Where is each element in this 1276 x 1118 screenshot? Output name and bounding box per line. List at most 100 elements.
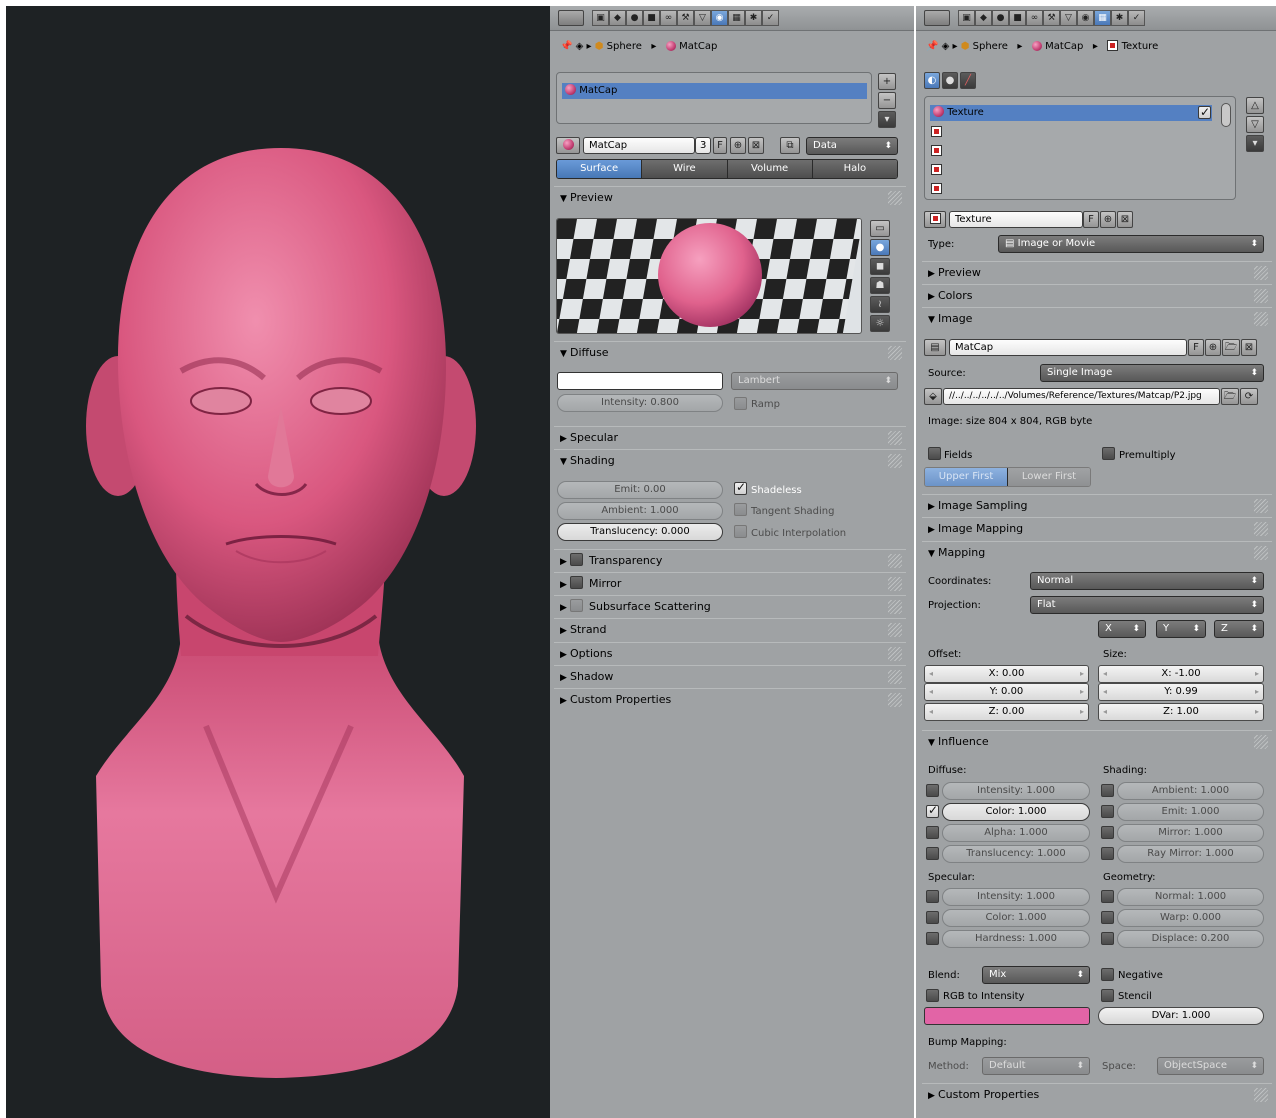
texture-tab-icon[interactable]: ▦ — [728, 10, 745, 26]
material-name-field[interactable]: MatCap — [583, 137, 695, 154]
constraints-tab-icon[interactable]: ∞ — [660, 10, 677, 26]
texture-name-field[interactable]: Texture — [949, 211, 1083, 228]
slot-specials-button[interactable]: ▾ — [878, 111, 896, 128]
specular-hardness-factor[interactable]: Hardness: 1.000 — [942, 930, 1090, 948]
fake-user-button[interactable]: F — [1083, 211, 1099, 228]
unlink-texture-button[interactable]: ⊠ — [1117, 211, 1133, 228]
move-slot-down-button[interactable]: ▽ — [1246, 116, 1264, 133]
blend-mode-dropdown[interactable]: Mix ⬍ — [982, 966, 1090, 984]
particles-tab-icon[interactable]: ✱ — [1111, 10, 1128, 26]
x-axis-mapping-dropdown[interactable]: X ⬍ — [1098, 620, 1146, 638]
decrement-arrow-icon[interactable]: ◂ — [1103, 684, 1107, 700]
geometry-displace-factor[interactable]: Displace: 0.200 — [1117, 930, 1264, 948]
geometry-displace-checkbox[interactable] — [1101, 932, 1114, 945]
add-slot-button[interactable]: + — [878, 73, 896, 90]
fake-user-button[interactable]: F — [713, 137, 727, 154]
increment-arrow-icon[interactable]: ▸ — [1080, 684, 1084, 700]
dvar-slider[interactable]: DVar: 1.000 — [1098, 1007, 1264, 1025]
rgb-to-intensity-checkbox[interactable] — [926, 989, 939, 1002]
y-axis-mapping-dropdown[interactable]: Y ⬍ — [1156, 620, 1206, 638]
custom-properties-section-header[interactable]: ▶ Custom Properties — [554, 688, 906, 710]
image-source-dropdown[interactable]: Single Image ⬍ — [1040, 364, 1264, 382]
data-tab-icon[interactable]: ▽ — [694, 10, 711, 26]
shading-section-header[interactable]: ▼ Shading — [554, 449, 906, 471]
image-name-field[interactable]: MatCap — [949, 339, 1187, 356]
image-mapping-section-header[interactable]: ▶ Image Mapping — [922, 517, 1272, 539]
render-tab-icon[interactable]: ▣ — [592, 10, 609, 26]
new-image-button[interactable]: ⊕ — [1205, 339, 1221, 356]
texture-slot-list[interactable]: Texture — [924, 96, 1236, 200]
size-y-field[interactable]: ◂ Y: 0.99 ▸ — [1098, 683, 1264, 701]
preview-hair-button[interactable]: ≀ — [870, 296, 890, 313]
tab-wire[interactable]: Wire — [642, 160, 728, 178]
open-image-button[interactable]: 🗁 — [1222, 339, 1240, 356]
diffuse-alpha-factor[interactable]: Alpha: 1.000 — [942, 824, 1090, 842]
material-tab-icon[interactable]: ◉ — [1077, 10, 1094, 26]
move-slot-up-button[interactable]: △ — [1246, 97, 1264, 114]
texture-browse-button[interactable] — [924, 211, 946, 228]
unlink-image-button[interactable]: ⊠ — [1241, 339, 1257, 356]
specular-color-checkbox[interactable] — [926, 911, 939, 924]
specular-hardness-checkbox[interactable] — [926, 932, 939, 945]
shading-ray-mirror-checkbox[interactable] — [1101, 847, 1114, 860]
tangent-shading-checkbox[interactable] — [734, 503, 747, 516]
editor-type-menu[interactable] — [558, 10, 584, 26]
custom-properties-section-header[interactable]: ▶ Custom Properties — [922, 1083, 1272, 1105]
image-fake-user-button[interactable]: F — [1188, 339, 1204, 356]
preview-monkey-button[interactable]: ☗ — [870, 277, 890, 294]
scene-tab-icon[interactable]: ◆ — [609, 10, 626, 26]
specular-intensity-checkbox[interactable] — [926, 890, 939, 903]
texture-type-dropdown[interactable]: ▤ Image or Movie ⬍ — [998, 235, 1264, 253]
diffuse-color-factor[interactable]: Color: 1.000 — [942, 803, 1090, 821]
cubic-interpolation-checkbox[interactable] — [734, 525, 747, 538]
geometry-normal-checkbox[interactable] — [1101, 890, 1114, 903]
world-tab-icon[interactable]: ● — [992, 10, 1009, 26]
shadow-section-header[interactable]: ▶ Shadow — [554, 665, 906, 687]
preview-section-header[interactable]: ▶ Preview — [922, 261, 1272, 283]
premultiply-checkbox[interactable] — [1102, 447, 1115, 460]
material-users-count[interactable]: 3 — [695, 137, 711, 154]
3d-viewport[interactable] — [6, 6, 550, 1118]
options-section-header[interactable]: ▶ Options — [554, 642, 906, 664]
render-tab-icon[interactable]: ▣ — [958, 10, 975, 26]
increment-arrow-icon[interactable]: ▸ — [1255, 684, 1259, 700]
size-z-field[interactable]: ◂ Z: 1.00 ▸ — [1098, 703, 1264, 721]
tab-halo[interactable]: Halo — [812, 160, 897, 178]
specular-color-factor[interactable]: Color: 1.000 — [942, 909, 1090, 927]
empty-texture-slot[interactable] — [931, 163, 942, 179]
coordinates-dropdown[interactable]: Normal ⬍ — [1030, 572, 1264, 590]
ramp-checkbox[interactable] — [734, 397, 747, 410]
shading-mirror-checkbox[interactable] — [1101, 826, 1114, 839]
texture-slot-enabled-checkbox[interactable] — [1198, 104, 1211, 120]
editor-type-menu[interactable] — [924, 10, 950, 26]
offset-z-field[interactable]: ◂ Z: 0.00 ▸ — [924, 703, 1089, 721]
negative-checkbox[interactable] — [1101, 968, 1114, 981]
translucency-slider[interactable]: Translucency: 0.000 — [557, 523, 723, 541]
blend-color-swatch[interactable] — [924, 1007, 1090, 1025]
brush-texture-context-button[interactable]: ╱ — [960, 72, 976, 89]
modifiers-tab-icon[interactable]: ⚒ — [677, 10, 694, 26]
preview-sky-button[interactable]: ☼ — [870, 315, 890, 332]
z-axis-mapping-dropdown[interactable]: Z ⬍ — [1214, 620, 1264, 638]
data-tab-icon[interactable]: ▽ — [1060, 10, 1077, 26]
material-browse-button[interactable] — [556, 137, 580, 154]
empty-texture-slot[interactable] — [931, 182, 942, 198]
bump-space-dropdown[interactable]: ObjectSpace ⬍ — [1157, 1057, 1264, 1075]
size-x-field[interactable]: ◂ X: -1.00 ▸ — [1098, 665, 1264, 683]
influence-section-header[interactable]: ▼ Influence — [922, 730, 1272, 752]
preview-cube-button[interactable]: ◼ — [870, 258, 890, 275]
decrement-arrow-icon[interactable]: ◂ — [1103, 666, 1107, 682]
diffuse-color-swatch[interactable] — [557, 372, 723, 390]
diffuse-translucency-checkbox[interactable] — [926, 847, 939, 860]
offset-y-field[interactable]: ◂ Y: 0.00 ▸ — [924, 683, 1089, 701]
lower-first-option[interactable]: Lower First — [1008, 468, 1090, 486]
shading-ray-mirror-factor[interactable]: Ray Mirror: 1.000 — [1117, 845, 1264, 863]
mapping-section-header[interactable]: ▼ Mapping — [922, 541, 1272, 563]
world-texture-context-button[interactable]: ◐ — [924, 72, 940, 89]
strand-section-header[interactable]: ▶ Strand — [554, 618, 906, 640]
particles-tab-icon[interactable]: ✱ — [745, 10, 762, 26]
list-scrollbar[interactable] — [1221, 103, 1231, 127]
image-sampling-section-header[interactable]: ▶ Image Sampling — [922, 494, 1272, 516]
material-tab-icon[interactable]: ◉ — [711, 10, 728, 26]
physics-tab-icon[interactable]: ✓ — [762, 10, 779, 26]
